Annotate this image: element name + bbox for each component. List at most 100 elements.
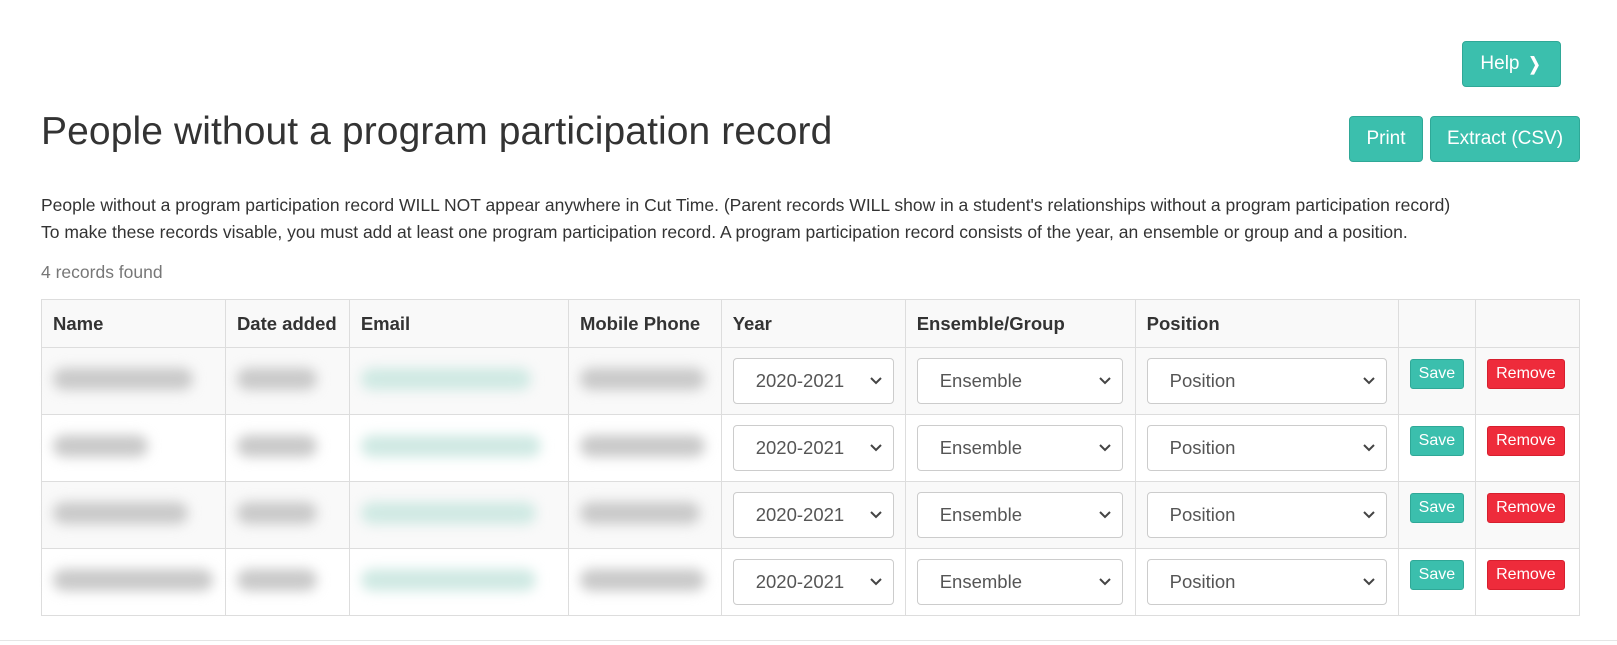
redacted-name (53, 367, 193, 390)
save-cell: Save (1397, 481, 1477, 549)
email-cell (348, 548, 569, 616)
save-cell: Save (1397, 414, 1477, 482)
redacted-name (53, 568, 213, 591)
redacted-date (236, 501, 317, 524)
position-select[interactable]: Position (1146, 492, 1387, 538)
ensemble-cell: Ensemble (904, 347, 1136, 415)
save-button[interactable]: Save (1409, 426, 1465, 456)
column-header-email[interactable]: Email (348, 299, 569, 348)
ensemble-cell: Ensemble (904, 481, 1136, 549)
column-header-year: Year (720, 299, 906, 348)
position-select[interactable]: Position (1146, 559, 1387, 605)
help-button[interactable]: Help ❯ (1462, 41, 1561, 87)
table-header-row: Name Date added Email Mobile Phone Year … (41, 299, 1580, 348)
chevron-right-icon: ❯ (1528, 53, 1542, 74)
year-select-value: 2020-2021 (755, 370, 845, 391)
chevron-down-icon (870, 511, 882, 519)
chevron-down-icon (1099, 377, 1111, 385)
column-header-position: Position (1134, 299, 1399, 348)
redacted-email (360, 501, 536, 524)
ensemble-select[interactable]: Ensemble (916, 559, 1123, 605)
print-button[interactable]: Print (1349, 116, 1423, 162)
year-select-value: 2020-2021 (755, 504, 845, 525)
mobile-phone-cell (567, 481, 722, 549)
records-table: Name Date added Email Mobile Phone Year … (41, 299, 1580, 616)
position-select-value: Position (1169, 504, 1236, 525)
name-cell (41, 548, 226, 616)
redacted-email (360, 568, 536, 591)
redacted-date (236, 367, 317, 390)
redacted-name (53, 501, 188, 524)
save-button[interactable]: Save (1409, 359, 1465, 389)
page-description: People without a program participation r… (41, 192, 1601, 246)
chevron-down-icon (870, 444, 882, 452)
position-cell: Position (1134, 548, 1399, 616)
year-cell: 2020-2021 (720, 414, 906, 482)
chevron-down-icon (1099, 511, 1111, 519)
year-select[interactable]: 2020-2021 (732, 358, 894, 404)
footer-divider (0, 640, 1617, 641)
ensemble-cell: Ensemble (904, 414, 1136, 482)
extract-csv-button[interactable]: Extract (CSV) (1430, 116, 1580, 162)
column-header-mobile-phone[interactable]: Mobile Phone (567, 299, 722, 348)
chevron-down-icon (1362, 511, 1375, 519)
year-select-value: 2020-2021 (755, 437, 845, 458)
redacted-phone (579, 501, 700, 524)
chevron-down-icon (1099, 444, 1111, 452)
position-select[interactable]: Position (1146, 358, 1387, 404)
date-added-cell (224, 481, 350, 549)
ensemble-select[interactable]: Ensemble (916, 492, 1123, 538)
year-select-value: 2020-2021 (755, 571, 845, 592)
save-cell: Save (1397, 347, 1477, 415)
position-cell: Position (1134, 414, 1399, 482)
remove-button[interactable]: Remove (1487, 359, 1565, 389)
mobile-phone-cell (567, 414, 722, 482)
chevron-down-icon (870, 578, 882, 586)
name-cell (41, 481, 226, 549)
column-header-save (1397, 299, 1477, 348)
ensemble-select-value: Ensemble (939, 504, 1022, 525)
column-header-remove (1475, 299, 1580, 348)
year-select[interactable]: 2020-2021 (732, 425, 894, 471)
ensemble-select-value: Ensemble (939, 370, 1022, 391)
save-button[interactable]: Save (1409, 493, 1465, 523)
chevron-down-icon (1099, 578, 1111, 586)
column-header-ensemble-group: Ensemble/Group (904, 299, 1136, 348)
position-select-value: Position (1169, 571, 1236, 592)
description-line-2: To make these records visable, you must … (41, 222, 1408, 242)
remove-button[interactable]: Remove (1487, 426, 1565, 456)
column-header-date-added[interactable]: Date added (224, 299, 350, 348)
year-select[interactable]: 2020-2021 (732, 559, 894, 605)
redacted-date (236, 434, 317, 457)
position-select[interactable]: Position (1146, 425, 1387, 471)
remove-cell: Remove (1475, 414, 1580, 482)
table-row: 2020-2021 Ensemble Position Save Remove (41, 481, 1580, 549)
year-cell: 2020-2021 (720, 481, 906, 549)
redacted-phone (579, 434, 705, 457)
ensemble-select[interactable]: Ensemble (916, 358, 1123, 404)
chevron-down-icon (1362, 578, 1375, 586)
table-row: 2020-2021 Ensemble Position Save Remove (41, 347, 1580, 415)
ensemble-select-value: Ensemble (939, 571, 1022, 592)
ensemble-select[interactable]: Ensemble (916, 425, 1123, 471)
name-cell (41, 414, 226, 482)
position-select-value: Position (1169, 370, 1236, 391)
description-line-1: People without a program participation r… (41, 195, 1451, 215)
remove-button[interactable]: Remove (1487, 560, 1565, 590)
column-header-name[interactable]: Name (41, 299, 226, 348)
date-added-cell (224, 414, 350, 482)
name-cell (41, 347, 226, 415)
remove-cell: Remove (1475, 481, 1580, 549)
redacted-phone (579, 568, 705, 591)
year-select[interactable]: 2020-2021 (732, 492, 894, 538)
redacted-email (360, 434, 541, 457)
chevron-down-icon (1362, 444, 1375, 452)
position-select-value: Position (1169, 437, 1236, 458)
date-added-cell (224, 347, 350, 415)
remove-button[interactable]: Remove (1487, 493, 1565, 523)
mobile-phone-cell (567, 347, 722, 415)
page-title: People without a program participation r… (41, 110, 833, 153)
save-cell: Save (1397, 548, 1477, 616)
save-button[interactable]: Save (1409, 560, 1465, 590)
redacted-date (236, 568, 317, 591)
